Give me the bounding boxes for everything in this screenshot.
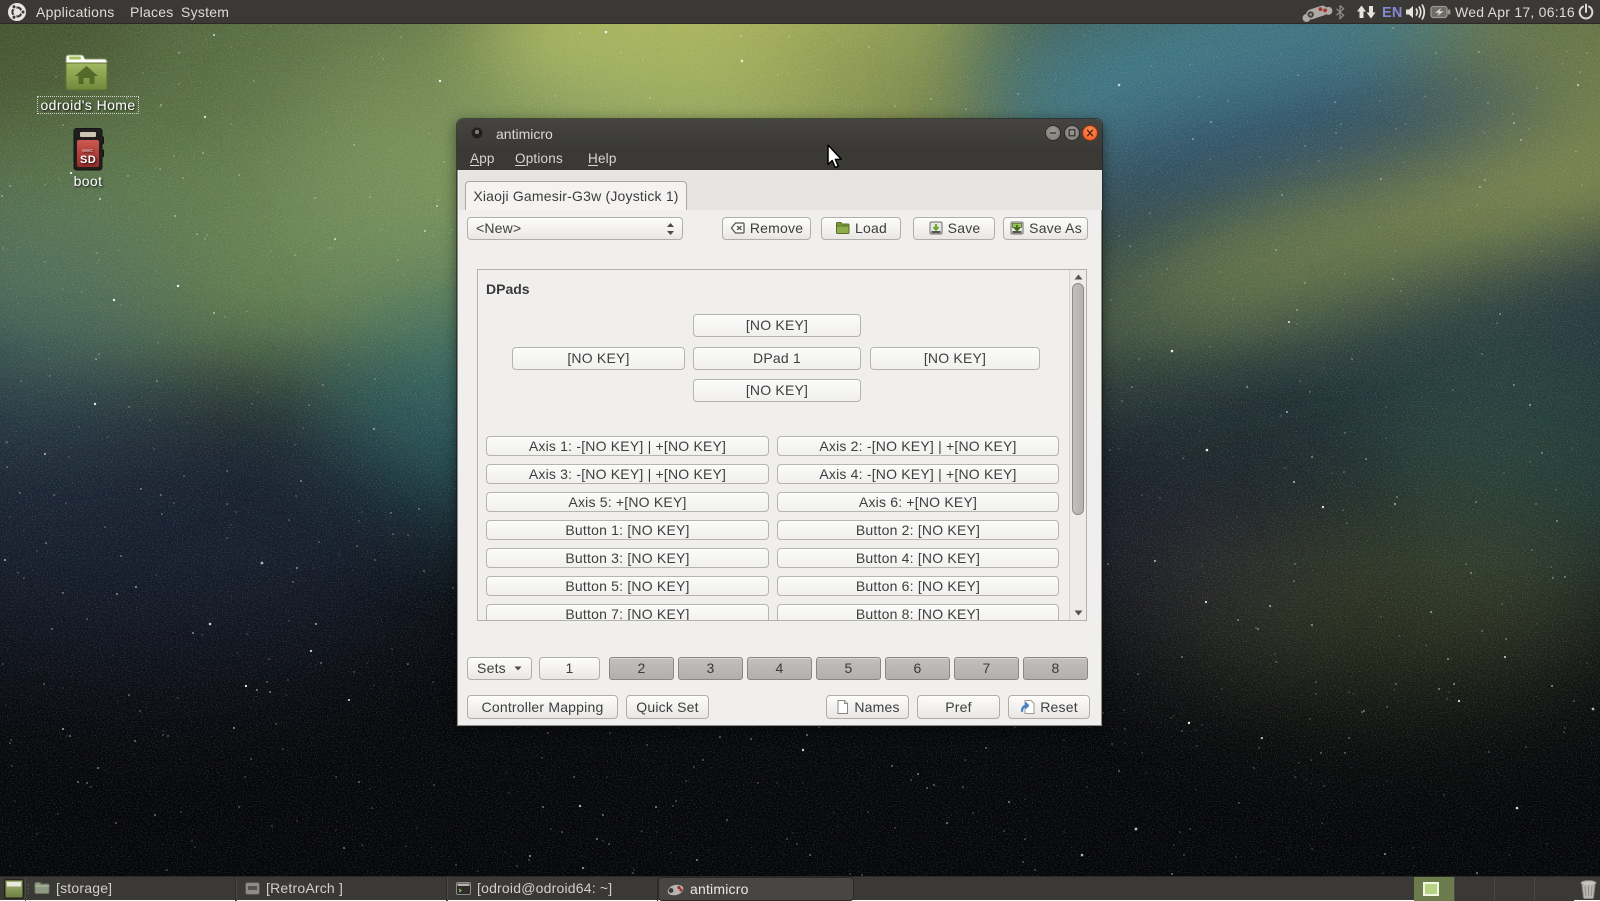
svg-text:SD: SD: [80, 154, 96, 166]
svg-text:MMC: MMC: [82, 148, 93, 153]
svg-text:EN: EN: [1382, 5, 1403, 21]
